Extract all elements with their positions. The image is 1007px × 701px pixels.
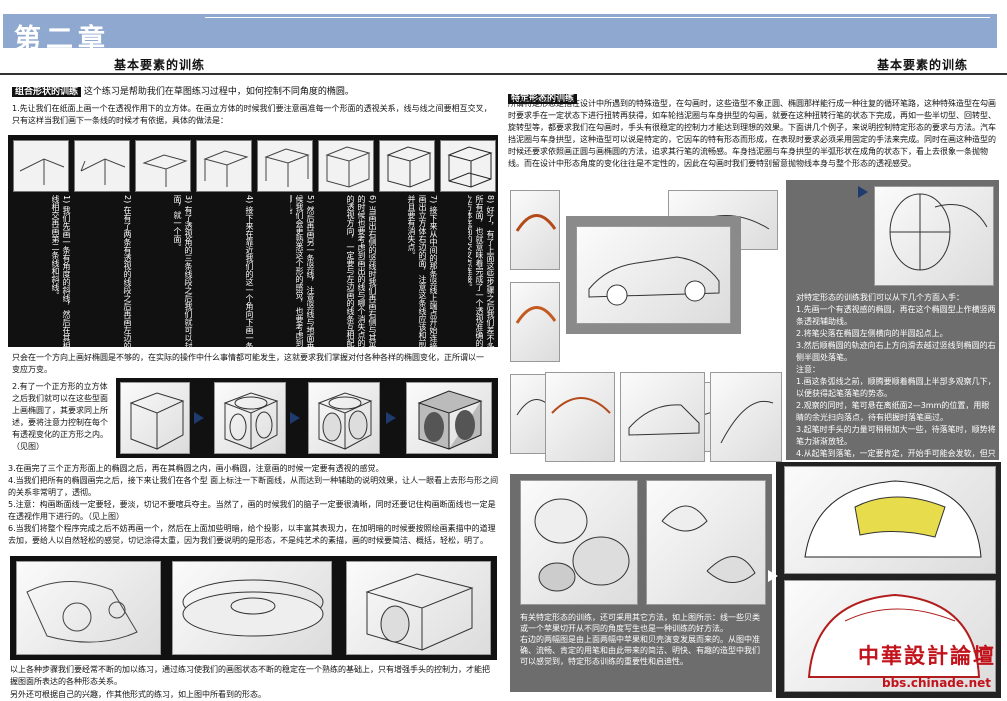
fruit-shell-text: 有关特定形态的训练，还可采用其它方法，如上图所示：线一些贝类或一个苹果切开从不同…	[520, 612, 766, 667]
cube-sketch-a	[120, 382, 190, 454]
step-sketch-5	[257, 140, 313, 192]
sketch-cube-cutout	[346, 561, 491, 655]
methods-list: 对特定形态的训练我们可以从下几个方面入手： 1.先画一个有透视感的椭圆，再在这个…	[796, 292, 996, 472]
title-rule	[205, 17, 990, 18]
left-paragraph-2: 只会在一个方向上画好椭圆是不够的，在实际的操作中什么事情都可能发生，这就要求我们…	[12, 353, 484, 374]
title-bar	[3, 14, 997, 48]
car-sketch	[576, 226, 731, 324]
methods-panel: 对特定形态的训练我们可以从下几个方面入手： 1.先画一个有透视感的椭圆，再在这个…	[786, 180, 999, 470]
left-paragraph-6: 另外还可根据自己的兴趣，作其他形式的练习，如上图中所看到的形态。	[10, 690, 266, 699]
methods-note: 3.起笔时手头的力量可稍稍加大一些，待落笔时，顺势将笔力渐渐放轻。	[796, 425, 996, 446]
sketch-ellipse-guides	[874, 186, 994, 286]
cube-sketch-c	[308, 382, 380, 454]
step-sketch-6	[318, 140, 374, 192]
sketch-car-side	[620, 372, 705, 462]
left-item-6: 6.当我们将整个程序完成之后不妨再画一个，然后在上面加些明暗，给个投影，以丰富其…	[8, 524, 496, 545]
methods-item: 3.然后顺椭圆的轨迹向右上方向滑去越过竖线到椭圆的右侧半圆处落笔。	[796, 341, 996, 362]
sketch-arch-2	[510, 282, 560, 362]
arrow-icon	[386, 412, 396, 424]
left-intro-line: 组合形状的训练 这个练习是帮助我们在草图练习过程中，如何控制不同角度的椭圆。	[12, 86, 497, 99]
methods-note: 1.画这条弧线之前，顺腾要顺着椭圆上半部多观察几下，以便获得起笔落笔的势态。	[796, 377, 996, 398]
section-tag-combined-shapes: 组合形状的训练	[12, 87, 82, 97]
left-paragraph-1: 1.先让我们在纸面上画一个在透视作用下的立方体。在画立方体的时候我们要注意画准每…	[12, 104, 492, 125]
forum-url: bbs.chinade.net	[882, 676, 991, 690]
arrow-icon	[768, 570, 778, 582]
practice-gallery	[10, 556, 497, 660]
step-sketch-1	[13, 140, 69, 192]
sketch-apple	[520, 480, 638, 605]
header-divider	[0, 73, 1007, 75]
cube-sketch-b	[214, 382, 286, 454]
methods-note-label: 注意：	[796, 365, 820, 374]
methods-item: 2.将笔尖落在椭圆左侧横向的半圆起点上。	[796, 329, 948, 338]
left-item-3: 3.在画完了三个正方形面上的椭圆之后，再在其椭圆之内，画小椭圆，注意画的时候一定…	[8, 464, 384, 473]
cube-steps-panel: 1) 我们先画一条有角度的斜线，然后在其相交的地方画另一条线相交再画第二条线和斜…	[8, 135, 498, 414]
sketch-arch-1	[510, 190, 560, 270]
methods-intro: 对特定形态的训练我们可以从下几个方面入手：	[796, 293, 964, 302]
step-sketch-2	[74, 140, 130, 192]
methods-note: 2.观察的同时，笔可悬在离纸面2—3mm的位置，用眼睛的余光扫向落点，待有把握时…	[796, 401, 990, 422]
fruit-shell-panel: 有关特定形态的训练，还可采用其它方法，如上图所示：线一些贝类或一个苹果切开从不同…	[510, 474, 772, 692]
sketch-arrows	[710, 372, 782, 462]
left-paragraph-4: 3.在画完了三个正方形面上的椭圆之后，再在其椭圆之内，画小椭圆，注意画的时候一定…	[8, 463, 500, 547]
sketch-helmet-yellow	[784, 466, 996, 574]
methods-item: 1.先画一个有透视感的椭圆，再在这个椭圆型上作横竖两条透视辅助线。	[796, 305, 996, 326]
step-sketch-3	[135, 140, 191, 192]
left-paragraph-3: 2.有了一个正方形的立方体之后我们就可以在这些型面上画椭圆了，其要求同上所述，要…	[12, 382, 108, 451]
sketch-drill-product	[16, 561, 161, 655]
left-item-4: 4.当我们把所有的椭圆画完之后，接下来让我们在各个型 面上标注一下断面线，从而达…	[8, 476, 499, 497]
sketch-shell	[646, 480, 766, 605]
arrow-icon	[858, 186, 868, 198]
fruit-shell-paragraph-2: 右边的两幅图是由上面两幅中苹果和贝壳演变发展而来的。从图中准确、流畅、肯定的用笔…	[520, 635, 760, 666]
step-sketch-4	[196, 140, 252, 192]
left-paragraph-5: 以上各种步骤我们要经常不断的加以练习，通过练习使我们的画图状态不断的稳定在一个熟…	[10, 665, 490, 686]
car-sketch-frame	[566, 216, 741, 334]
section-subtitle-right: 基本要素的训练	[877, 58, 969, 72]
sketch-ellipse-disc	[172, 561, 332, 655]
chapter-title: 第二章	[14, 24, 110, 55]
step-sketch-7	[379, 140, 435, 192]
right-paragraph-1: 所谓特定形态是指在设计中所遇到的特殊造型，在勾画时，这些造型不象正圆、椭圆那样能…	[508, 99, 996, 168]
forum-logo: 中華設計論壇	[858, 644, 996, 668]
sketch-ribbon	[545, 372, 615, 462]
cube-ellipse-strip	[116, 378, 498, 458]
left-intro-text: 这个练习是帮助我们在草图练习过程中，如何控制不同角度的椭圆。	[83, 87, 354, 97]
cube-sketch-d	[406, 382, 492, 454]
step-sketch-8	[440, 140, 496, 192]
left-item-5: 5.注意：构画断面线一定要轻，要淡，切记不要喧兵夺主。当然了，画的时候我们的脑子…	[8, 500, 496, 521]
section-subtitle-left: 基本要素的训练	[114, 58, 206, 72]
arrow-icon	[290, 412, 300, 424]
fruit-shell-paragraph-1: 有关特定形态的训练，还可采用其它方法，如上图所示：线一些贝类或一个苹果切开从不同…	[520, 613, 760, 633]
arrow-icon	[194, 412, 204, 424]
